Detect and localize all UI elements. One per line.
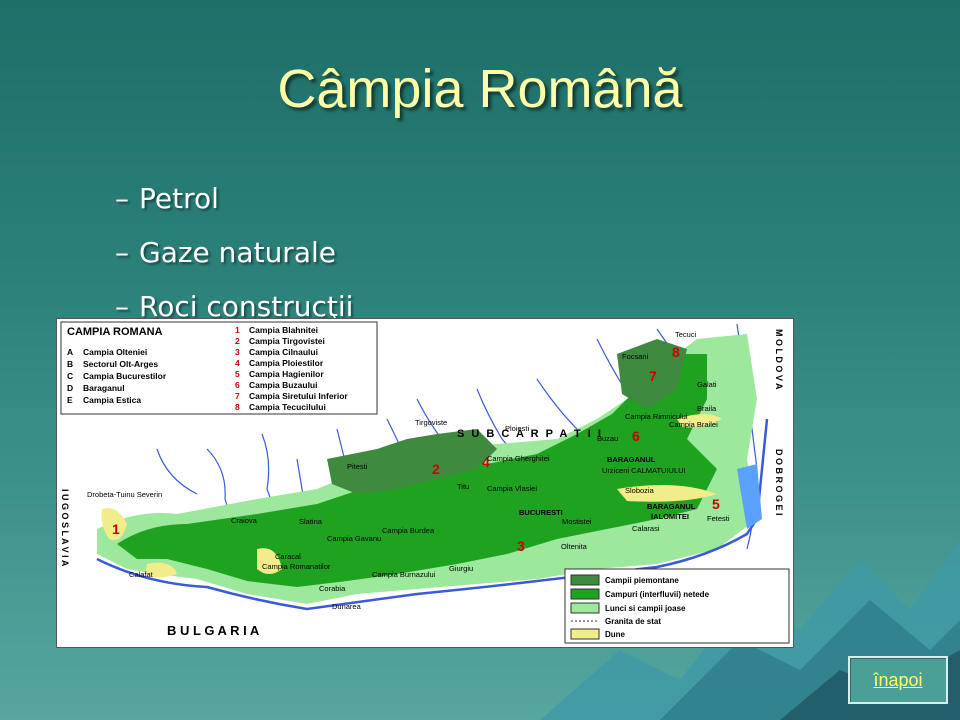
regions-legend: CAMPIA ROMANA A Campia Olteniei B Sector…	[60, 321, 378, 415]
legend-swatch	[570, 574, 600, 586]
number-legend-name: Campia Siretului Inferior	[249, 391, 348, 401]
legend-label: Granita de stat	[605, 617, 661, 626]
city-label: Titu	[457, 482, 469, 491]
number-legend-name: Campia Hagienilor	[249, 369, 324, 379]
number-legend: 2	[235, 336, 240, 346]
number-legend: 1	[235, 325, 240, 335]
letter-legend-name: Campia Bucurestilor	[83, 371, 167, 381]
city-label: Drobeta-Tuinu Severin	[87, 490, 162, 499]
number-legend: 3	[235, 347, 240, 357]
region-label: Campia Gherghitei	[487, 454, 550, 463]
number-legend-name: Campia Tecucilului	[249, 402, 326, 412]
map-title: CAMPIA ROMANA	[67, 326, 163, 338]
letter-legend: D	[67, 383, 73, 393]
number-legend-name: Campia Blahnitei	[249, 325, 318, 335]
number-legend: 6	[235, 380, 240, 390]
map-legend: Campii piemontane Campuri (interfluvii) …	[564, 568, 790, 644]
region-label: Campia Burdea	[382, 526, 435, 535]
city-label: BUCURESTI	[519, 508, 563, 517]
svg-text:2: 2	[432, 461, 440, 477]
letter-legend-name: Baraganul	[83, 383, 125, 393]
city-label: Braila	[697, 404, 717, 413]
legend-label: Campuri (interfluvii) netede	[605, 590, 710, 599]
legend-label: Campii piemontane	[605, 576, 679, 585]
city-label: Oltenita	[561, 542, 588, 551]
letter-legend-name: Campia Olteniei	[83, 347, 147, 357]
number-legend: 8	[235, 402, 240, 412]
number-legend: 7	[235, 391, 240, 401]
bullet-text: Petrol	[139, 182, 219, 215]
city-label: Focsani	[622, 352, 649, 361]
bulgaria-label: B U L G A R I A	[167, 623, 260, 638]
region-label: IALOMITEI	[651, 512, 689, 521]
number-legend-name: Campia Ploiestilor	[249, 358, 324, 368]
city-label: Craiova	[231, 516, 258, 525]
region-label: Campia Burnazului	[372, 570, 436, 579]
number-legend-name: Campia Buzaului	[249, 380, 317, 390]
dobrogei-label: D O B R O G E I	[774, 449, 784, 516]
legend-swatch	[570, 628, 600, 640]
svg-text:3: 3	[517, 538, 525, 554]
legend-label: Dune	[605, 630, 626, 639]
region-label: Campia Vlasiei	[487, 484, 537, 493]
back-button[interactable]: înapoi	[848, 656, 948, 704]
city-label: Fetesti	[707, 514, 730, 523]
city-label: Caracal	[275, 552, 301, 561]
city-label: Slatina	[299, 517, 323, 526]
svg-text:7: 7	[649, 368, 657, 384]
region-label: Campia Romanatilor	[262, 562, 331, 571]
moldova-label: M O L D O V A	[774, 329, 784, 390]
legend-swatch	[570, 588, 600, 600]
svg-text:8: 8	[672, 344, 680, 360]
city-label: Pitesti	[347, 462, 368, 471]
bullet-list: – Petrol – Gaze naturale – Roci construcţii	[115, 172, 353, 334]
subcarpatii-label: S U B C A R P A T I I	[457, 428, 603, 440]
number-legend: 5	[235, 369, 240, 379]
iugoslavia-label: I U G O S L A V I A	[60, 489, 70, 567]
region-label: Urziceni CALMATUIULUI	[602, 466, 686, 475]
number-legend: 4	[235, 358, 240, 368]
bullet-text: Gaze naturale	[139, 236, 336, 269]
region-label: BARAGANUL	[607, 455, 656, 464]
letter-legend-name: Sectorul Olt-Arges	[83, 359, 158, 369]
city-label: Tecuci	[675, 330, 697, 339]
legend-label: Lunci si campii joase	[605, 604, 686, 613]
number-legend-name: Campia Tirgovistei	[249, 336, 325, 346]
bullet-item: – Gaze naturale	[115, 236, 336, 269]
city-label: Slobozia	[625, 486, 655, 495]
region-label: Campia Gavanu	[327, 534, 381, 543]
letter-legend: A	[67, 347, 73, 357]
region-label: Campia Brailei	[669, 420, 718, 429]
city-label: Tirgoviste	[415, 418, 447, 427]
letter-legend: C	[67, 371, 73, 381]
city-label: Calarasi	[632, 524, 660, 533]
region-label: BARAGANUL	[647, 502, 696, 511]
bullet-item: – Petrol	[115, 182, 219, 215]
number-legend-name: Campia Cilnaului	[249, 347, 318, 357]
legend-swatch	[570, 602, 600, 614]
river-label: Dunarea	[332, 602, 362, 611]
svg-text:6: 6	[632, 428, 640, 444]
back-link[interactable]: înapoi	[873, 670, 922, 691]
letter-legend: B	[67, 359, 73, 369]
letter-legend: E	[67, 395, 73, 405]
city-label: Corabia	[319, 584, 346, 593]
city-label: Galati	[697, 380, 717, 389]
region-label: Mostistei	[562, 517, 592, 526]
campia-romana-map: CAMPIA ROMANA A Campia Olteniei B Sector…	[56, 318, 794, 648]
svg-text:5: 5	[712, 496, 720, 512]
city-label: Calafat	[129, 570, 154, 579]
letter-legend-name: Campia Estica	[83, 395, 141, 405]
slide-title: Câmpia Română	[277, 59, 683, 119]
svg-text:1: 1	[112, 521, 120, 537]
city-label: Giurgiu	[449, 564, 473, 573]
